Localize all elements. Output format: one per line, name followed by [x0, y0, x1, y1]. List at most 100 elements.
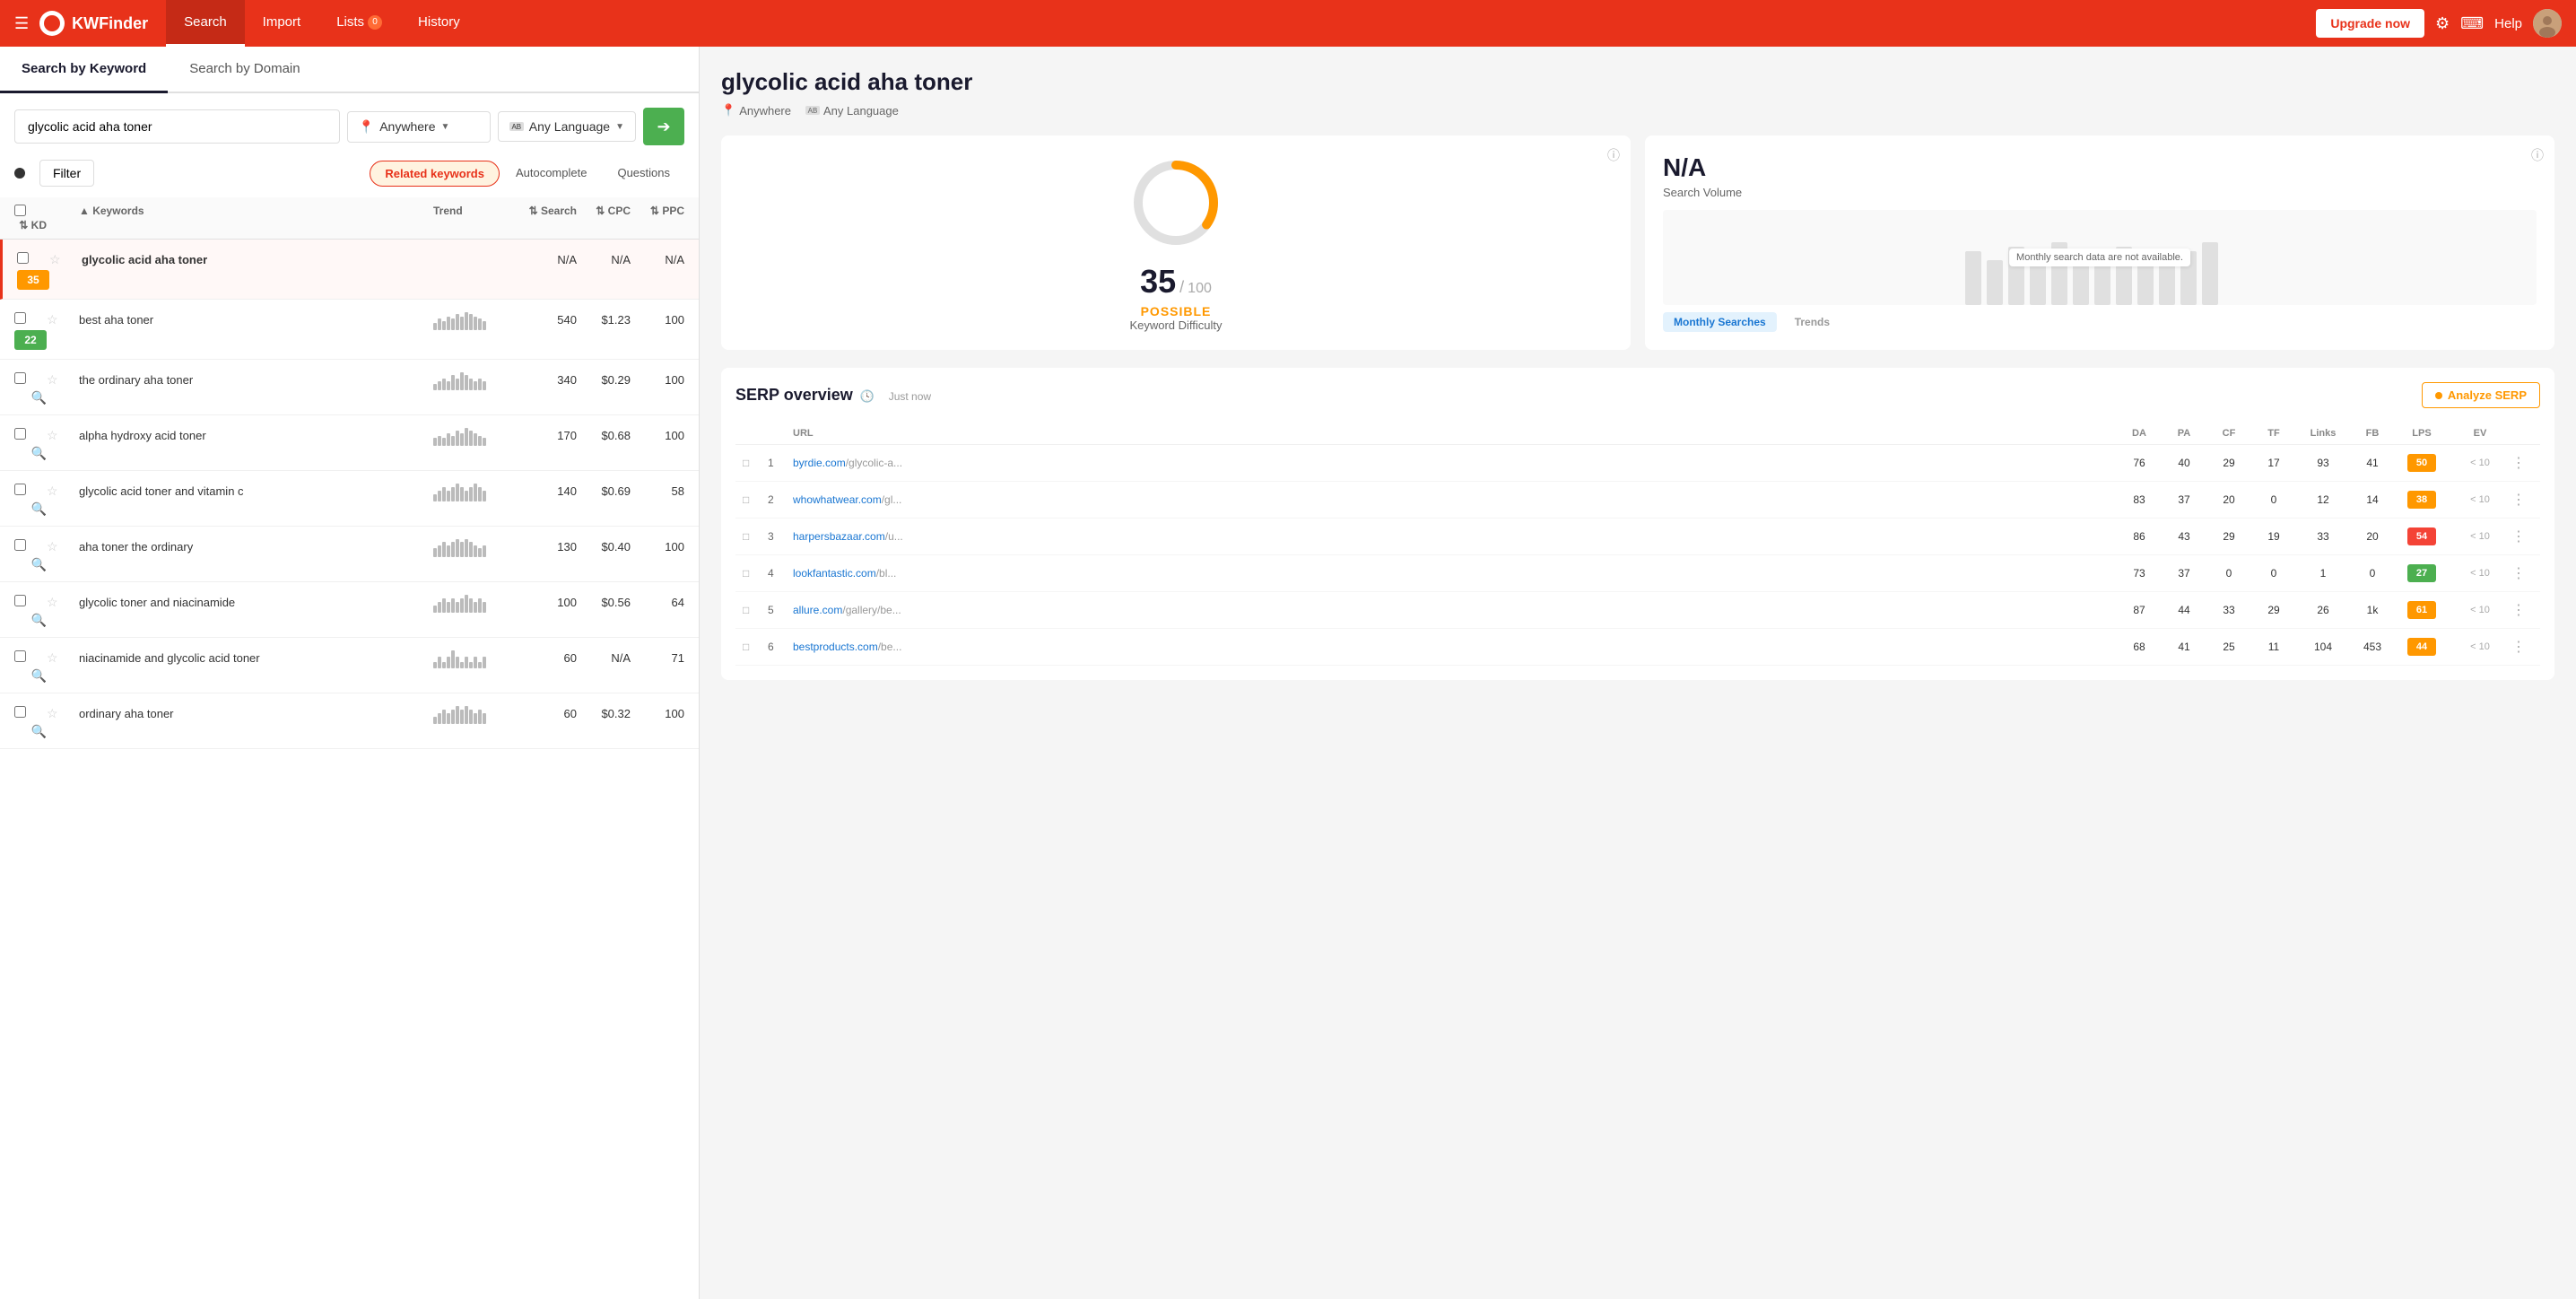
nav-tab-search[interactable]: Search — [166, 0, 245, 47]
serp-more-icon[interactable]: ⋮ — [2511, 454, 2533, 472]
kd-search-icon[interactable]: 🔍 — [31, 724, 47, 738]
row-checkbox[interactable] — [14, 650, 47, 665]
row-checkbox[interactable] — [14, 706, 47, 720]
serp-tf: 0 — [2251, 567, 2296, 580]
serp-row[interactable]: □ 3 harpersbazaar.com/u... 86 43 29 19 3… — [735, 519, 2540, 555]
row-checkbox[interactable] — [14, 484, 47, 498]
row-star-icon[interactable]: ☆ — [47, 706, 79, 721]
serp-row[interactable]: □ 6 bestproducts.com/be... 68 41 25 11 1… — [735, 629, 2540, 666]
serp-more-icon[interactable]: ⋮ — [2511, 491, 2533, 509]
help-menu[interactable]: Help — [2494, 16, 2522, 31]
serp-row[interactable]: □ 4 lookfantastic.com/bl... 73 37 0 0 1 … — [735, 555, 2540, 592]
row-star-icon[interactable]: ☆ — [47, 428, 79, 443]
logo[interactable]: KWFinder — [39, 11, 148, 36]
row-ppc-value: 100 — [631, 313, 684, 327]
sv-tab-trends[interactable]: Trends — [1784, 312, 1841, 332]
kd-search-icon[interactable]: 🔍 — [31, 390, 47, 405]
search-input[interactable] — [14, 109, 340, 144]
nav-tab-history[interactable]: History — [400, 0, 478, 47]
row-star-icon[interactable]: ☆ — [47, 539, 79, 554]
serp-url[interactable]: bestproducts.com/be... — [793, 641, 2117, 653]
serp-expand-icon[interactable]: □ — [743, 457, 768, 469]
header-keyword[interactable]: ▲ Keywords — [79, 205, 433, 219]
serp-row[interactable]: □ 5 allure.com/gallery/be... 87 44 33 29… — [735, 592, 2540, 629]
kw-tab-questions[interactable]: Questions — [603, 161, 684, 187]
row-star-icon[interactable]: ☆ — [47, 595, 79, 610]
serp-col-ev: EV — [2449, 428, 2511, 439]
serp-url[interactable]: byrdie.com/glycolic-a... — [793, 457, 2117, 469]
table-row[interactable]: ☆ glycolic acid aha toner N/A N/A N/A 35 — [0, 240, 699, 300]
menu-icon[interactable]: ☰ — [14, 14, 29, 33]
row-checkbox[interactable] — [14, 595, 47, 609]
upgrade-button[interactable]: Upgrade now — [2316, 9, 2424, 38]
serp-more-icon[interactable]: ⋮ — [2511, 564, 2533, 582]
row-checkbox[interactable] — [14, 539, 47, 554]
serp-row[interactable]: □ 1 byrdie.com/glycolic-a... 76 40 29 17… — [735, 445, 2540, 482]
serp-url[interactable]: whowhatwear.com/gl... — [793, 493, 2117, 506]
analyze-serp-button[interactable]: Analyze SERP — [2422, 382, 2540, 408]
row-checkbox[interactable] — [17, 252, 49, 266]
table-row[interactable]: ☆ aha toner the ordinary 130 $0.40 100 🔍 — [0, 527, 699, 582]
keyboard-icon[interactable]: ⌨ — [2460, 14, 2484, 33]
serp-row[interactable]: □ 2 whowhatwear.com/gl... 83 37 20 0 12 … — [735, 482, 2540, 519]
nav-tab-import[interactable]: Import — [245, 0, 319, 47]
serp-ev: < 10 — [2449, 605, 2511, 615]
tab-search-by-domain[interactable]: Search by Domain — [168, 47, 321, 93]
kw-tab-autocomplete[interactable]: Autocomplete — [501, 161, 602, 187]
kw-tab-related[interactable]: Related keywords — [370, 161, 500, 187]
sv-tab-monthly[interactable]: Monthly Searches — [1663, 312, 1777, 332]
row-checkbox[interactable] — [14, 372, 47, 387]
filter-button[interactable]: Filter — [39, 160, 94, 187]
header-cpc[interactable]: ⇅ CPC — [577, 205, 631, 219]
sv-bar-chart — [1663, 233, 2537, 305]
header-kd[interactable]: ⇅ KD — [14, 219, 47, 231]
kd-search-icon[interactable]: 🔍 — [31, 501, 47, 516]
row-star-icon[interactable]: ☆ — [47, 312, 79, 327]
serp-url[interactable]: allure.com/gallery/be... — [793, 604, 2117, 616]
row-checkbox[interactable] — [14, 312, 47, 327]
row-star-icon[interactable]: ☆ — [47, 484, 79, 499]
kd-search-icon[interactable]: 🔍 — [31, 613, 47, 627]
kd-difficulty-sublabel: Keyword Difficulty — [1129, 318, 1222, 332]
kd-info-icon[interactable]: ⓘ — [1607, 146, 1620, 164]
kd-search-icon[interactable]: 🔍 — [31, 446, 47, 460]
tab-search-by-keyword[interactable]: Search by Keyword — [0, 47, 168, 93]
serp-more-icon[interactable]: ⋮ — [2511, 527, 2533, 545]
language-selector[interactable]: AB Any Language ▼ — [498, 111, 636, 142]
serp-url[interactable]: lookfantastic.com/bl... — [793, 567, 2117, 580]
serp-expand-icon[interactable]: □ — [743, 530, 768, 543]
row-star-icon[interactable]: ☆ — [49, 252, 82, 267]
table-row[interactable]: ☆ glycolic acid toner and vitamin c 140 … — [0, 471, 699, 527]
header-ppc[interactable]: ⇅ PPC — [631, 205, 684, 219]
kd-search-icon[interactable]: 🔍 — [31, 668, 47, 683]
table-row[interactable]: ☆ best aha toner 540 $1.23 100 22 — [0, 300, 699, 360]
row-star-icon[interactable]: ☆ — [47, 372, 79, 388]
row-trend — [433, 536, 505, 557]
table-row[interactable]: ☆ ordinary aha toner 60 $0.32 100 🔍 — [0, 693, 699, 749]
row-star-icon[interactable]: ☆ — [47, 650, 79, 666]
kd-search-icon[interactable]: 🔍 — [31, 557, 47, 571]
table-row[interactable]: ☆ alpha hydroxy acid toner 170 $0.68 100… — [0, 415, 699, 471]
location-selector[interactable]: 📍 Anywhere ▼ — [347, 111, 491, 143]
header-search[interactable]: ⇅ Search — [505, 205, 577, 219]
nav-tab-lists[interactable]: Lists 0 — [318, 0, 400, 47]
row-checkbox[interactable] — [14, 428, 47, 442]
serp-expand-icon[interactable]: □ — [743, 567, 768, 580]
serp-pa: 37 — [2162, 567, 2206, 580]
serp-url[interactable]: harpersbazaar.com/u... — [793, 530, 2117, 543]
row-cpc-value: $0.40 — [577, 540, 631, 554]
user-avatar[interactable] — [2533, 9, 2562, 38]
table-row[interactable]: ☆ the ordinary aha toner 340 $0.29 100 🔍 — [0, 360, 699, 415]
header-checkbox[interactable] — [14, 205, 47, 219]
settings-icon[interactable]: ⚙ — [2435, 14, 2450, 33]
serp-expand-icon[interactable]: □ — [743, 641, 768, 653]
table-row[interactable]: ☆ glycolic toner and niacinamide 100 $0.… — [0, 582, 699, 638]
serp-expand-icon[interactable]: □ — [743, 604, 768, 616]
serp-more-icon[interactable]: ⋮ — [2511, 601, 2533, 619]
table-row[interactable]: ☆ niacinamide and glycolic acid toner 60… — [0, 638, 699, 693]
row-search-volume: 130 — [505, 540, 577, 554]
search-button[interactable]: ➔ — [643, 108, 684, 145]
serp-more-icon[interactable]: ⋮ — [2511, 638, 2533, 656]
sv-info-icon[interactable]: ⓘ — [2531, 146, 2544, 164]
serp-expand-icon[interactable]: □ — [743, 493, 768, 506]
